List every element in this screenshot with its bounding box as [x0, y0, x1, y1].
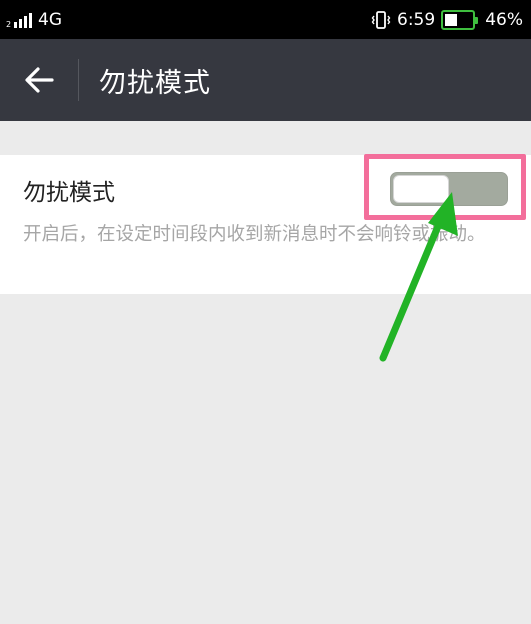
screen: 2 4G 6:59 46% 勿扰模式 勿扰模式 开启后，在设定时间段内收到新消息… — [0, 0, 531, 624]
green-arrow-annotation — [379, 192, 458, 362]
